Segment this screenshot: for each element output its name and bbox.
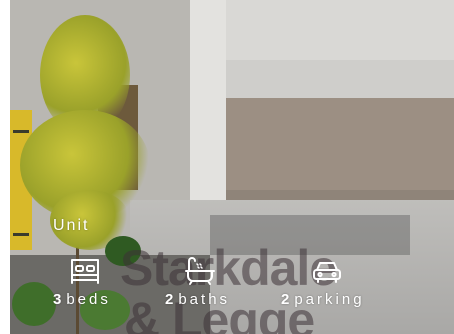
beds-count: 3 — [53, 291, 62, 308]
car-icon — [310, 256, 344, 286]
baths-count: 2 — [165, 291, 174, 308]
beds-label: beds — [66, 291, 111, 308]
bed-icon — [68, 256, 102, 286]
garage-opening — [226, 98, 454, 210]
baths-label: baths — [178, 291, 231, 308]
agency-watermark: Starkdale & Legge — [120, 240, 337, 334]
parking-count: 2 — [281, 291, 290, 308]
shrub — [12, 282, 56, 326]
property-type-label: Unit — [53, 217, 90, 234]
building-eave — [190, 60, 454, 98]
bathtub-icon — [183, 256, 217, 286]
watermark-line-1: Starkdale — [120, 240, 337, 296]
page-margin — [0, 0, 10, 334]
parking-label: parking — [294, 291, 365, 308]
